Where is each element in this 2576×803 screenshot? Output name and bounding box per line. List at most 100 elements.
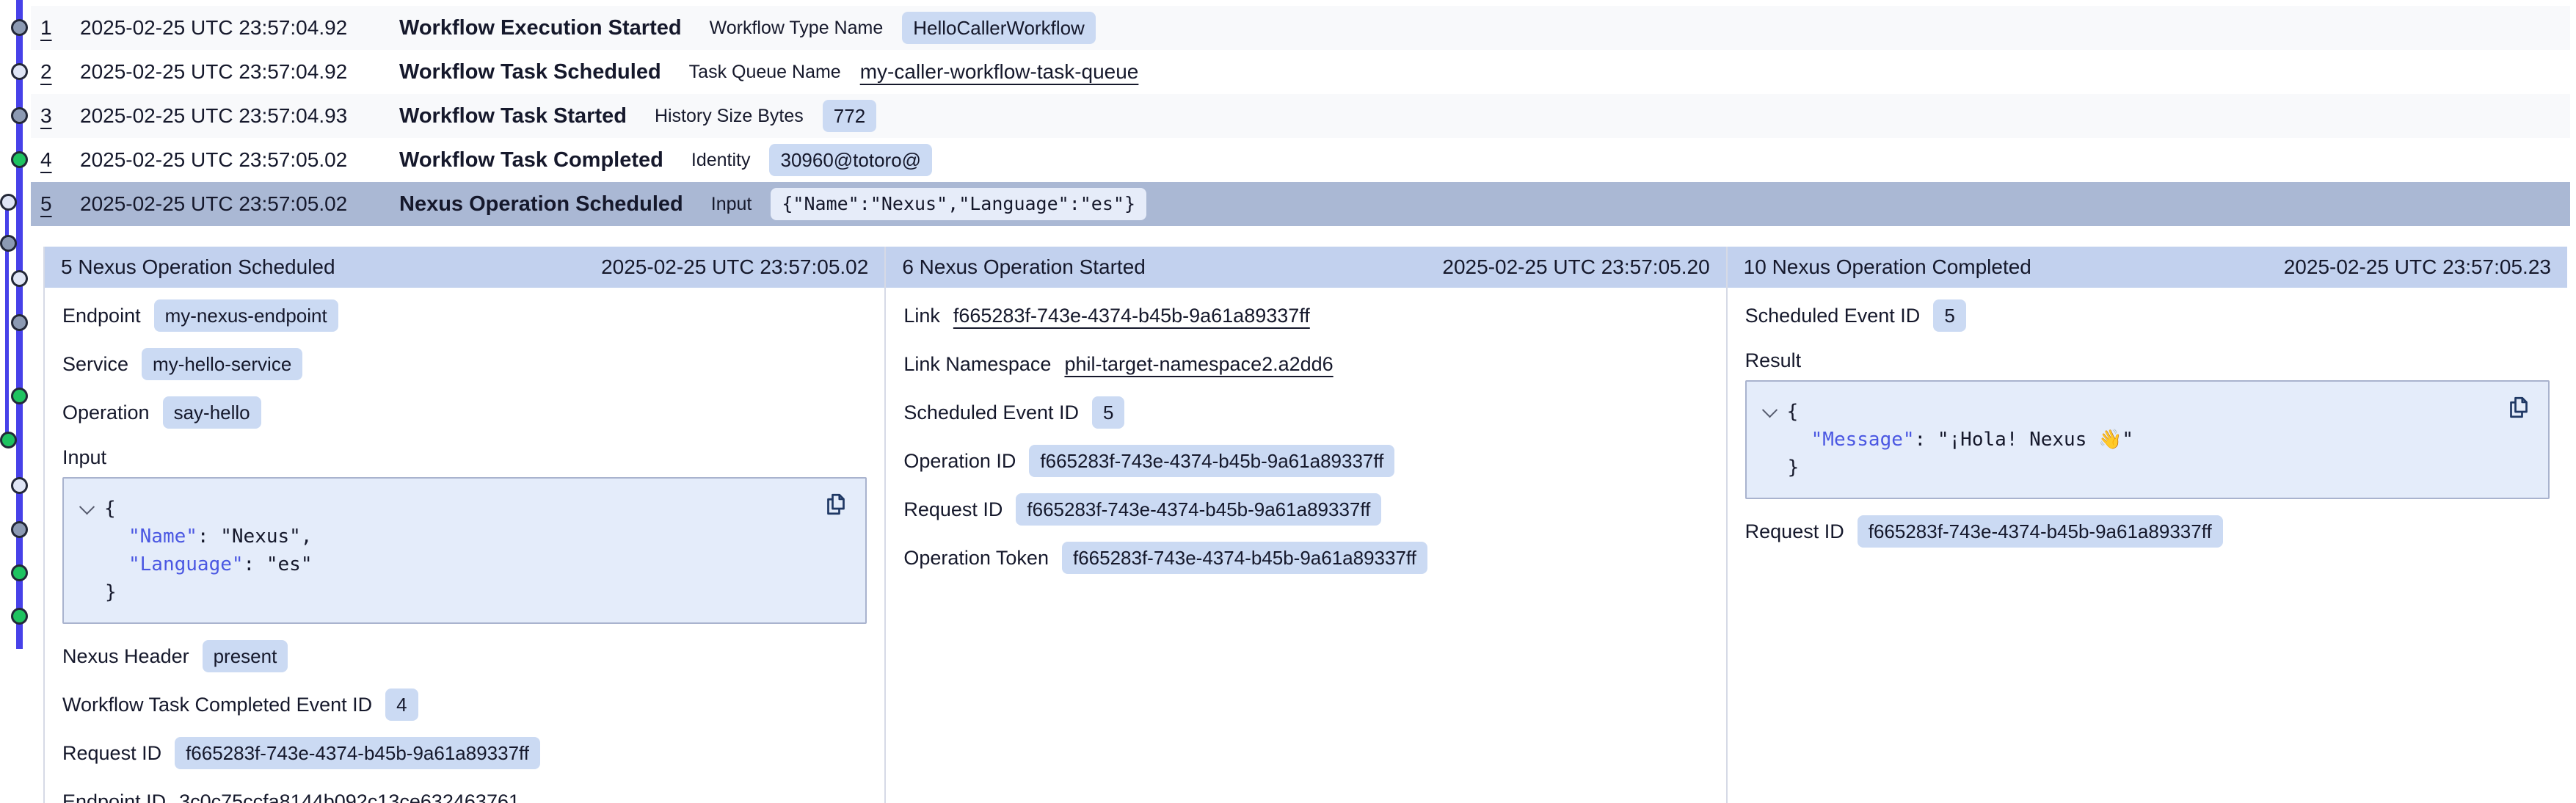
field-workflow-task-completed-event-id: Workflow Task Completed Event ID 4 — [62, 688, 867, 721]
field-link-namespace: Link Namespace phil-target-namespace2.a2… — [903, 348, 1708, 380]
collapse-chevron-icon[interactable] — [1762, 402, 1778, 418]
field-label: Service — [62, 353, 128, 376]
field-endpoint: Endpoint my-nexus-endpoint — [62, 299, 867, 332]
link-namespace-link[interactable]: phil-target-namespace2.a2dd6 — [1064, 353, 1333, 376]
field-value-badge: f665283f-743e-4374-b45b-9a61a89337ff — [1016, 493, 1381, 526]
field-label: Operation ID — [903, 450, 1016, 473]
field-operation-token: Operation Token f665283f-743e-4374-b45b-… — [903, 542, 1708, 574]
json-line: "Language": "es" — [81, 551, 848, 578]
timeline-node-event-1 — [11, 19, 28, 36]
event-id-link[interactable]: 1 — [40, 16, 80, 40]
field-label: Nexus Header — [62, 645, 189, 668]
timeline-node-event-3 — [11, 107, 28, 124]
field-value-badge: present — [203, 640, 288, 672]
event-attr-value-badge: HelloCallerWorkflow — [902, 12, 1096, 44]
timeline-node-event-6 — [11, 270, 28, 287]
field-value-badge: f665283f-743e-4374-b45b-9a61a89337ff — [1029, 445, 1394, 477]
field-request-id: Request ID f665283f-743e-4374-b45b-9a61a… — [62, 737, 867, 769]
field-label: Link Namespace — [903, 353, 1051, 376]
field-label: Workflow Task Completed Event ID — [62, 694, 372, 716]
collapse-chevron-icon[interactable] — [79, 499, 95, 515]
field-value-badge: my-hello-service — [142, 348, 302, 380]
panel-body: Endpoint my-nexus-endpoint Service my-he… — [45, 288, 884, 803]
event-timestamp: 2025-02-25 UTC 23:57:05.02 — [80, 192, 399, 216]
event-id-link[interactable]: 5 — [40, 192, 80, 216]
panel-header: 5 Nexus Operation Scheduled 2025-02-25 U… — [45, 247, 884, 288]
field-value-badge: f665283f-743e-4374-b45b-9a61a89337ff — [175, 737, 540, 769]
event-attr-label: Task Queue Name — [689, 62, 841, 83]
field-label: Endpoint — [62, 305, 141, 327]
event-input-badge: {"Name":"Nexus","Language":"es"} — [771, 188, 1146, 220]
event-name: Workflow Task Scheduled — [399, 60, 661, 84]
event-timestamp: 2025-02-25 UTC 23:57:04.92 — [80, 16, 399, 40]
event-attr-label: History Size Bytes — [655, 106, 804, 127]
event-attr-label: Input — [711, 194, 752, 215]
event-timestamp: 2025-02-25 UTC 23:57:04.92 — [80, 60, 399, 84]
panel-title: 10 Nexus Operation Completed — [1744, 255, 2031, 279]
event-id-link[interactable]: 3 — [40, 104, 80, 128]
event-row-2[interactable]: 2 2025-02-25 UTC 23:57:04.92 Workflow Ta… — [31, 50, 2570, 94]
endpoint-id-link[interactable]: 3c0c75ccfa8144b092c13ce632463761 — [179, 791, 520, 803]
link-link[interactable]: f665283f-743e-4374-b45b-9a61a89337ff — [953, 305, 1310, 327]
field-value-badge: 5 — [1933, 299, 1965, 332]
panel-body: Link f665283f-743e-4374-b45b-9a61a89337f… — [886, 288, 1725, 590]
panel-nexus-operation-started: 6 Nexus Operation Started 2025-02-25 UTC… — [884, 247, 1725, 803]
event-name: Workflow Execution Started — [399, 16, 682, 40]
copy-icon[interactable] — [2506, 393, 2533, 421]
json-line: "Message": "¡Hola! Nexus 👋" — [1764, 426, 2530, 454]
event-attr-label: Workflow Type Name — [710, 18, 884, 39]
panel-body: Scheduled Event ID 5 Result { "Message":… — [1728, 288, 2567, 564]
workflow-event-history-view: 1 2025-02-25 UTC 23:57:04.92 Workflow Ex… — [0, 0, 2576, 803]
panel-title: 5 Nexus Operation Scheduled — [61, 255, 335, 279]
field-label: Request ID — [1745, 520, 1844, 543]
event-row-3[interactable]: 3 2025-02-25 UTC 23:57:04.93 Workflow Ta… — [31, 94, 2570, 138]
task-queue-link[interactable]: my-caller-workflow-task-queue — [860, 60, 1139, 84]
event-id-link[interactable]: 4 — [40, 148, 80, 172]
event-row-4[interactable]: 4 2025-02-25 UTC 23:57:05.02 Workflow Ta… — [31, 138, 2570, 182]
field-label: Scheduled Event ID — [903, 402, 1079, 424]
field-label: Operation Token — [903, 547, 1049, 570]
field-label: Scheduled Event ID — [1745, 305, 1921, 327]
event-timeline — [0, 0, 31, 803]
field-operation-id: Operation ID f665283f-743e-4374-b45b-9a6… — [903, 445, 1708, 477]
field-request-id: Request ID f665283f-743e-4374-b45b-9a61a… — [903, 493, 1708, 526]
panel-nexus-operation-scheduled: 5 Nexus Operation Scheduled 2025-02-25 U… — [43, 247, 884, 803]
event-id-link[interactable]: 2 — [40, 60, 80, 84]
event-attr-value-badge: 772 — [823, 100, 876, 132]
timeline-node-event-9 — [11, 477, 28, 494]
timeline-node-event-12 — [11, 608, 28, 625]
copy-icon[interactable] — [823, 490, 851, 518]
event-rows: 1 2025-02-25 UTC 23:57:04.92 Workflow Ex… — [31, 6, 2570, 226]
field-nexus-header: Nexus Header present — [62, 640, 867, 672]
event-attr-value-badge: 30960@totoro@ — [769, 144, 932, 176]
json-line: { — [1764, 398, 2530, 426]
timeline-node-event-7 — [11, 314, 28, 331]
timeline-node-event-8 — [11, 388, 28, 404]
panel-timestamp: 2025-02-25 UTC 23:57:05.02 — [601, 255, 868, 279]
timeline-node-branch-2 — [0, 432, 17, 448]
event-timestamp: 2025-02-25 UTC 23:57:04.93 — [80, 104, 399, 128]
json-line: } — [81, 578, 848, 606]
field-value-badge: f665283f-743e-4374-b45b-9a61a89337ff — [1062, 542, 1427, 574]
timeline-node-event-10 — [11, 521, 28, 538]
panel-header: 10 Nexus Operation Completed 2025-02-25 … — [1728, 247, 2567, 288]
field-service: Service my-hello-service — [62, 348, 867, 380]
event-attr-label: Identity — [691, 150, 751, 171]
field-label: Request ID — [903, 498, 1003, 521]
event-row-5-selected[interactable]: 5 2025-02-25 UTC 23:57:05.02 Nexus Opera… — [31, 182, 2570, 226]
event-row-1[interactable]: 1 2025-02-25 UTC 23:57:04.92 Workflow Ex… — [31, 6, 2570, 50]
event-detail-panels: 5 Nexus Operation Scheduled 2025-02-25 U… — [43, 247, 2567, 803]
field-label: Endpoint ID — [62, 791, 166, 803]
timeline-node-branch-1 — [0, 235, 17, 252]
field-value-badge: f665283f-743e-4374-b45b-9a61a89337ff — [1858, 515, 2223, 548]
field-label: Request ID — [62, 742, 161, 765]
event-name: Workflow Task Started — [399, 104, 627, 128]
event-name: Workflow Task Completed — [399, 148, 663, 172]
timeline-node-event-2 — [11, 63, 28, 80]
panel-timestamp: 2025-02-25 UTC 23:57:05.23 — [2284, 255, 2551, 279]
panel-nexus-operation-completed: 10 Nexus Operation Completed 2025-02-25 … — [1726, 247, 2567, 803]
field-request-id: Request ID f665283f-743e-4374-b45b-9a61a… — [1745, 515, 2550, 548]
result-section-label: Result — [1745, 348, 2550, 373]
field-value-badge: 5 — [1092, 396, 1124, 429]
field-label: Operation — [62, 402, 150, 424]
